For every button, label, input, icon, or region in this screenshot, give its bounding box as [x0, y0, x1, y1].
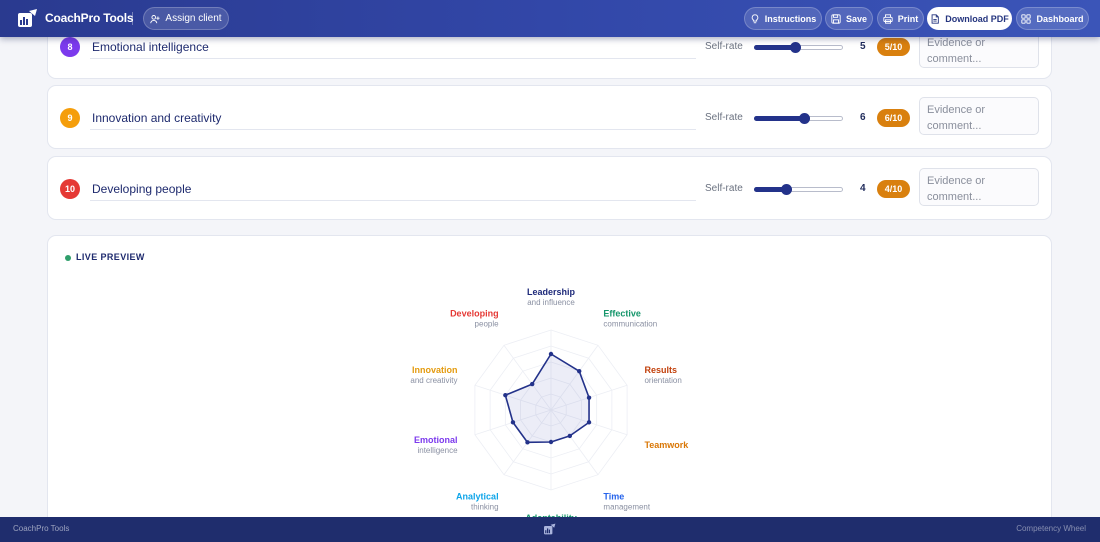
competency-name[interactable]: Developing people: [92, 182, 191, 196]
instructions-button[interactable]: Instructions: [744, 7, 822, 30]
competency-name[interactable]: Emotional intelligence: [92, 40, 209, 54]
radar-axis-sublabel: and influence: [527, 298, 575, 307]
self-rate-slider[interactable]: [754, 113, 843, 124]
live-preview-panel: LIVE PREVIEW Leadership and influence Effe…: [47, 235, 1052, 535]
radar-axis-label: Teamwork: [644, 440, 689, 450]
competency-number-badge: 9: [60, 108, 80, 128]
radar-axis-label: Innovation: [412, 365, 458, 375]
radar-data-point: [586, 420, 592, 425]
radar-data-point: [510, 420, 516, 425]
download-pdf-button[interactable]: Download PDF: [927, 7, 1012, 30]
radar-axis-sublabel: people: [475, 320, 500, 329]
dashboard-button[interactable]: Dashboard: [1016, 7, 1089, 30]
slider-thumb[interactable]: [781, 184, 792, 195]
radar-axis-label: Leadership: [527, 287, 576, 297]
radar-axis-sublabel: communication: [603, 320, 657, 329]
printer-icon: [883, 13, 893, 24]
save-label: Save: [845, 13, 868, 24]
self-rate-slider[interactable]: [754, 184, 843, 195]
radar-axis-label: Analytical: [456, 491, 499, 501]
footer-bar: CoachPro Tools Competency Wheel: [0, 517, 1100, 542]
self-rate-slider[interactable]: [754, 42, 843, 53]
assign-client-label: Assign client: [165, 13, 222, 24]
slider-thumb[interactable]: [799, 113, 810, 124]
assign-client-button[interactable]: Assign client: [143, 7, 229, 30]
radar-axis-sublabel: intelligence: [417, 446, 458, 455]
radar-data-area: [504, 353, 590, 444]
dashboard-label: Dashboard: [1036, 13, 1084, 24]
radar-data-point: [548, 439, 554, 445]
radar-axis-sublabel: management: [603, 502, 650, 511]
instructions-label: Instructions: [764, 13, 817, 24]
print-label: Print: [897, 13, 919, 24]
evidence-input[interactable]: Evidence or comment...: [919, 168, 1039, 206]
self-rate-label: Self-rate: [705, 183, 743, 194]
competency-number-badge: 10: [60, 179, 80, 199]
score-badge: 5/10: [877, 38, 910, 56]
header-divider: [132, 12, 133, 25]
radar-axis-label: Developing: [450, 309, 499, 319]
radar-data-point: [529, 381, 535, 387]
name-underline: [90, 200, 696, 201]
brand[interactable]: CoachPro Tools: [18, 9, 134, 27]
name-underline: [90, 58, 696, 59]
grid-icon: [1021, 13, 1032, 24]
radar-axis-sublabel: and creativity: [410, 376, 457, 385]
radar-data-point: [577, 368, 582, 374]
document-icon: [931, 13, 940, 24]
score-badge: 4/10: [877, 180, 910, 198]
coachpro-logo-icon: [18, 9, 37, 27]
radar-data-point: [503, 392, 508, 398]
footer-brand: CoachPro Tools: [13, 524, 70, 533]
radar-data-point: [548, 351, 554, 357]
print-button[interactable]: Print: [877, 7, 924, 30]
radar-data-point: [525, 440, 530, 445]
user-plus-icon: [150, 14, 161, 23]
brand-name: CoachPro Tools: [45, 11, 134, 25]
radar-axis-label: Effective: [603, 309, 641, 319]
self-rate-value: 4: [860, 183, 866, 194]
competency-number-badge: 8: [60, 37, 80, 57]
radar-data-point: [567, 433, 573, 439]
self-rate-value: 6: [860, 112, 866, 123]
radar-axis-sublabel: thinking: [471, 502, 499, 511]
competency-name[interactable]: Innovation and creativity: [92, 111, 221, 125]
footer-page-name: Competency Wheel: [1016, 524, 1086, 533]
radar-axis-label: Time: [603, 491, 624, 501]
footer-logo-icon: [544, 523, 556, 535]
save-icon: [831, 13, 841, 24]
score-badge: 6/10: [877, 109, 910, 127]
self-rate-label: Self-rate: [705, 41, 743, 52]
radar-data-point: [586, 395, 592, 400]
save-button[interactable]: Save: [825, 7, 873, 30]
competency-row: 10 Developing people Self-rate 4 4/10 Ev…: [47, 156, 1052, 220]
competency-radar-chart: Leadershipand influence Effectivecommunic…: [410, 287, 689, 533]
self-rate-value: 5: [860, 41, 866, 52]
competency-row: 9 Innovation and creativity Self-rate 6 …: [47, 85, 1052, 149]
radar-axis-label: Results: [644, 365, 677, 375]
download-pdf-label: Download PDF: [945, 13, 1009, 24]
name-underline: [90, 129, 696, 130]
self-rate-label: Self-rate: [705, 112, 743, 123]
radar-axis-label: Emotional: [414, 435, 458, 445]
evidence-input[interactable]: Evidence or comment...: [919, 97, 1039, 135]
top-navbar: CoachPro Tools Assign client Instruction…: [0, 0, 1100, 37]
radar-axis-sublabel: orientation: [644, 376, 681, 385]
lightbulb-icon: [751, 13, 759, 23]
slider-thumb[interactable]: [790, 42, 801, 53]
